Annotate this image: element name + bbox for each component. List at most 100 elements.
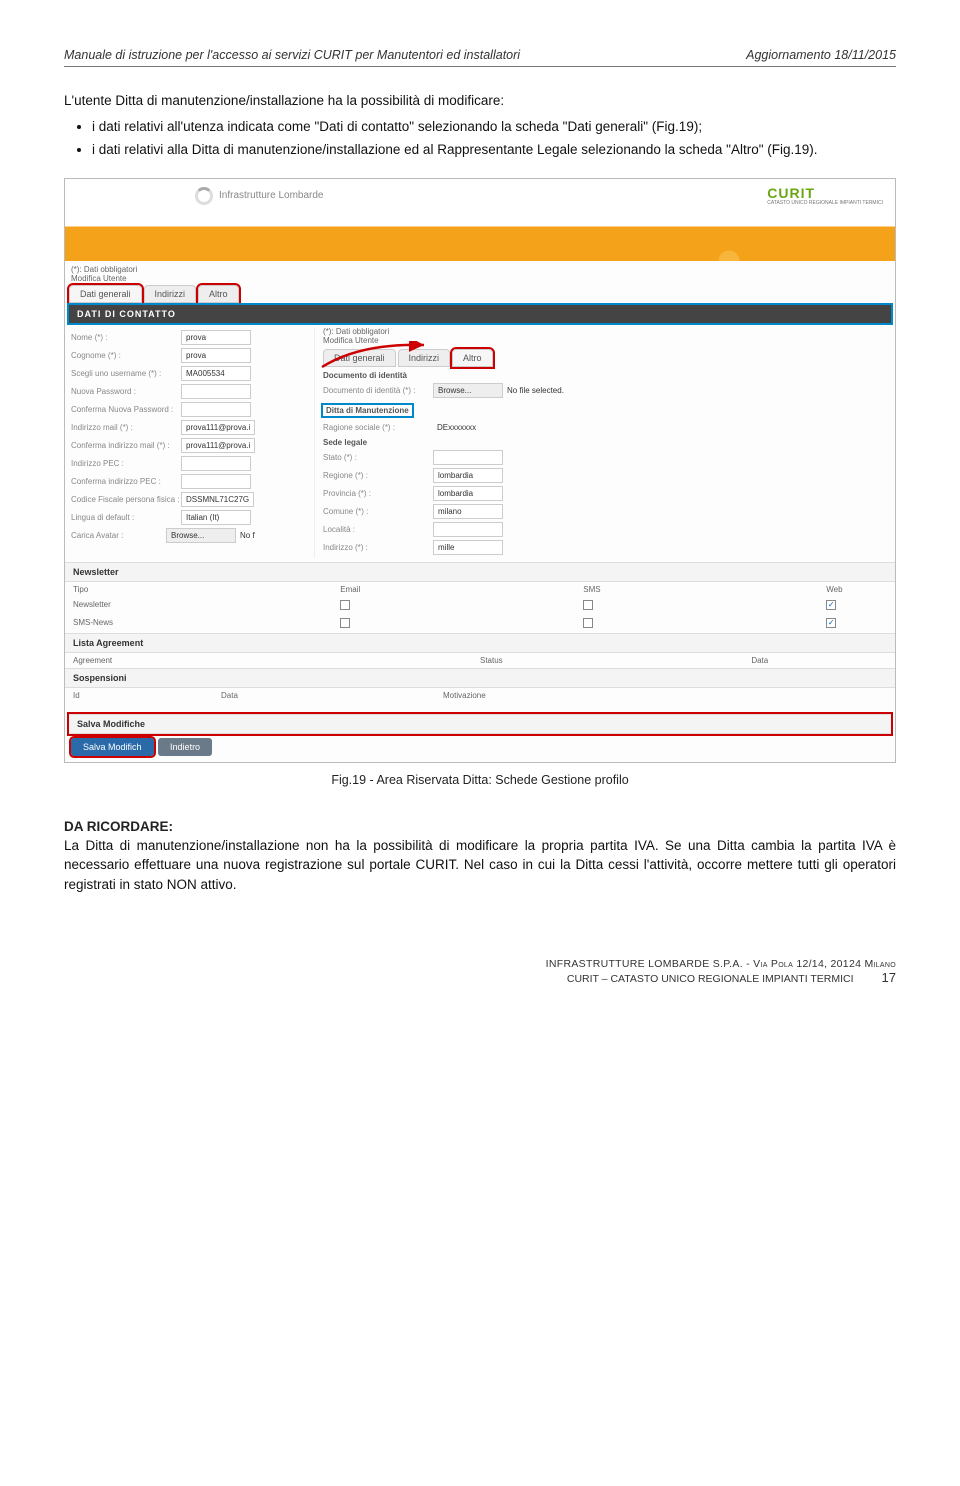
input-confirm-mail[interactable]: prova111@prova.i xyxy=(181,438,255,453)
sede-section-title: Sede legale xyxy=(323,438,889,447)
inner-note: (*): Dati obbligatori Modifica Utente xyxy=(323,327,889,345)
logo-left-text: Infrastrutture Lombarde xyxy=(219,190,324,201)
newsletter-header: Tipo Email SMS Web xyxy=(65,582,895,597)
col-id: Id xyxy=(73,691,221,700)
checkbox-news-email[interactable] xyxy=(340,600,350,610)
figure-screenshot: Infrastrutture Lombarde CURIT CATASTO UN… xyxy=(64,178,896,763)
label-regione: Regione (*) : xyxy=(323,471,433,480)
section-sospensioni: Sospensioni xyxy=(65,668,895,688)
agreement-header: Agreement Status Data xyxy=(65,653,895,668)
back-button[interactable]: Indietro xyxy=(158,738,212,756)
tab-altro[interactable]: Altro xyxy=(198,285,239,303)
bullet-item: i dati relativi all'utenza indicata come… xyxy=(92,117,896,137)
label-lang: Lingua di default : xyxy=(71,513,181,522)
input-regione[interactable]: lombardia xyxy=(433,468,503,483)
checkbox-smsnews-sms[interactable] xyxy=(583,618,593,628)
save-button[interactable]: Salva Modifich xyxy=(71,738,154,756)
col-data: Data xyxy=(751,656,887,665)
col-web: Web xyxy=(826,585,887,594)
input-comune[interactable]: milano xyxy=(433,504,503,519)
input-pec[interactable] xyxy=(181,456,251,471)
newsletter-row-1: Newsletter ✓ xyxy=(65,597,895,615)
doc-file-text: No file selected. xyxy=(503,384,573,397)
col-sosp-data: Data xyxy=(221,691,443,700)
label-indirizzo: Indirizzo (*) : xyxy=(323,543,433,552)
doc-section-title: Documento di identità xyxy=(323,371,889,380)
logo-curit: CURIT CATASTO UNICO REGIONALE IMPIANTI T… xyxy=(767,185,883,206)
inner-tab-altro[interactable]: Altro xyxy=(452,349,493,367)
input-username[interactable]: MA005534 xyxy=(181,366,251,381)
label-confirm-mail: Conferma indirizzo mail (*) : xyxy=(71,441,181,450)
input-mail[interactable]: prova111@prova.i xyxy=(181,420,255,435)
label-avatar: Carica Avatar : xyxy=(71,531,166,540)
header-left: Manuale di istruzione per l'accesso ai s… xyxy=(64,48,520,62)
save-buttons-area: Salva Modifich Indietro xyxy=(65,734,895,762)
input-localita[interactable] xyxy=(433,522,503,537)
bullet-item: i dati relativi alla Ditta di manutenzio… xyxy=(92,140,896,160)
label-pec: Indirizzo PEC : xyxy=(71,459,181,468)
tab-indirizzi[interactable]: Indirizzi xyxy=(144,285,197,303)
avatar-file-text: No f xyxy=(236,529,306,542)
input-confirm-pec[interactable] xyxy=(181,474,251,489)
input-confirm-password[interactable] xyxy=(181,402,251,417)
intro-text: L'utente Ditta di manutenzione/installaz… xyxy=(64,91,896,111)
checkbox-smsnews-web[interactable]: ✓ xyxy=(826,618,836,628)
mandatory-note: (*): Dati obbligatori Modifica Utente xyxy=(65,261,895,283)
input-new-password[interactable] xyxy=(181,384,251,399)
inner-tab-dati-generali[interactable]: Dati generali xyxy=(323,349,396,367)
label-new-password: Nuova Password : xyxy=(71,387,181,396)
label-comune: Comune (*) : xyxy=(323,507,433,516)
bullet-list: i dati relativi all'utenza indicata come… xyxy=(92,117,896,160)
value-ragione-sociale: DExxxxxxx xyxy=(433,421,503,434)
col-motivazione: Motivazione xyxy=(443,691,887,700)
figure-caption: Fig.19 - Area Riservata Ditta: Schede Ge… xyxy=(64,773,896,787)
inner-tab-indirizzi[interactable]: Indirizzi xyxy=(398,349,451,367)
row2-tipo: SMS-News xyxy=(73,618,340,630)
inner-tabs: Dati generali Indirizzi Altro xyxy=(323,349,889,367)
page-footer: INFRASTRUTTURE LOMBARDE S.P.A. - Via Pol… xyxy=(64,958,896,985)
input-nome[interactable]: prova xyxy=(181,330,251,345)
label-mail: Indirizzo mail (*) : xyxy=(71,423,181,432)
ditta-section-title: Ditta di Manutenzione xyxy=(323,405,412,416)
section-newsletter: Newsletter xyxy=(65,562,895,582)
page-header: Manuale di istruzione per l'accesso ai s… xyxy=(64,48,896,67)
col-status: Status xyxy=(480,656,751,665)
col-email: Email xyxy=(340,585,583,594)
spinner-icon xyxy=(195,187,213,205)
newsletter-row-2: SMS-News ✓ xyxy=(65,615,895,633)
da-ricordare-title: DA RICORDARE: xyxy=(64,819,896,834)
input-indirizzo[interactable]: mille xyxy=(433,540,503,555)
page-number: 17 xyxy=(882,970,896,985)
input-cf[interactable]: DSSMNL71C27G xyxy=(181,492,254,507)
label-localita: Località : xyxy=(323,525,433,534)
sospensioni-header: Id Data Motivazione xyxy=(65,688,895,714)
logo-right-text: CURIT xyxy=(767,185,815,201)
label-stato: Stato (*) : xyxy=(323,453,433,462)
checkbox-news-web[interactable]: ✓ xyxy=(826,600,836,610)
footer-line-1: INFRASTRUTTURE LOMBARDE S.P.A. - Via Pol… xyxy=(64,958,896,970)
banner: Infrastrutture Lombarde CURIT CATASTO UN… xyxy=(65,179,895,261)
logo-right-sub: CATASTO UNICO REGIONALE IMPIANTI TERMICI xyxy=(767,201,883,206)
checkbox-news-sms[interactable] xyxy=(583,600,593,610)
panel-title-dati-contatto: DATI DI CONTATTO xyxy=(69,305,891,323)
col-tipo: Tipo xyxy=(73,585,340,594)
footer-line-2: CURIT – CATASTO UNICO REGIONALE IMPIANTI… xyxy=(567,973,854,985)
left-column: Nome (*) :prova Cognome (*) :prova Scegl… xyxy=(71,327,306,558)
label-confirm-pec: Conferma indirizzo PEC : xyxy=(71,477,181,486)
outer-tabs: Dati generali Indirizzi Altro xyxy=(65,283,895,305)
tab-dati-generali[interactable]: Dati generali xyxy=(69,285,142,303)
label-username: Scegli uno username (*) : xyxy=(71,369,181,378)
input-provincia[interactable]: lombardia xyxy=(433,486,503,501)
checkbox-smsnews-email[interactable] xyxy=(340,618,350,628)
input-stato[interactable] xyxy=(433,450,503,465)
da-ricordare-body: La Ditta di manutenzione/installazione n… xyxy=(64,836,896,895)
avatar-browse-button[interactable]: Browse... xyxy=(166,528,236,543)
label-cf: Codice Fiscale persona fisica : xyxy=(71,495,181,504)
form-area: Nome (*) :prova Cognome (*) :prova Scegl… xyxy=(65,323,895,562)
doc-browse-button[interactable]: Browse... xyxy=(433,383,503,398)
row1-tipo: Newsletter xyxy=(73,600,340,612)
select-lang[interactable]: Italian (It) xyxy=(181,510,251,525)
input-cognome[interactable]: prova xyxy=(181,348,251,363)
label-cognome: Cognome (*) : xyxy=(71,351,181,360)
label-nome: Nome (*) : xyxy=(71,333,181,342)
